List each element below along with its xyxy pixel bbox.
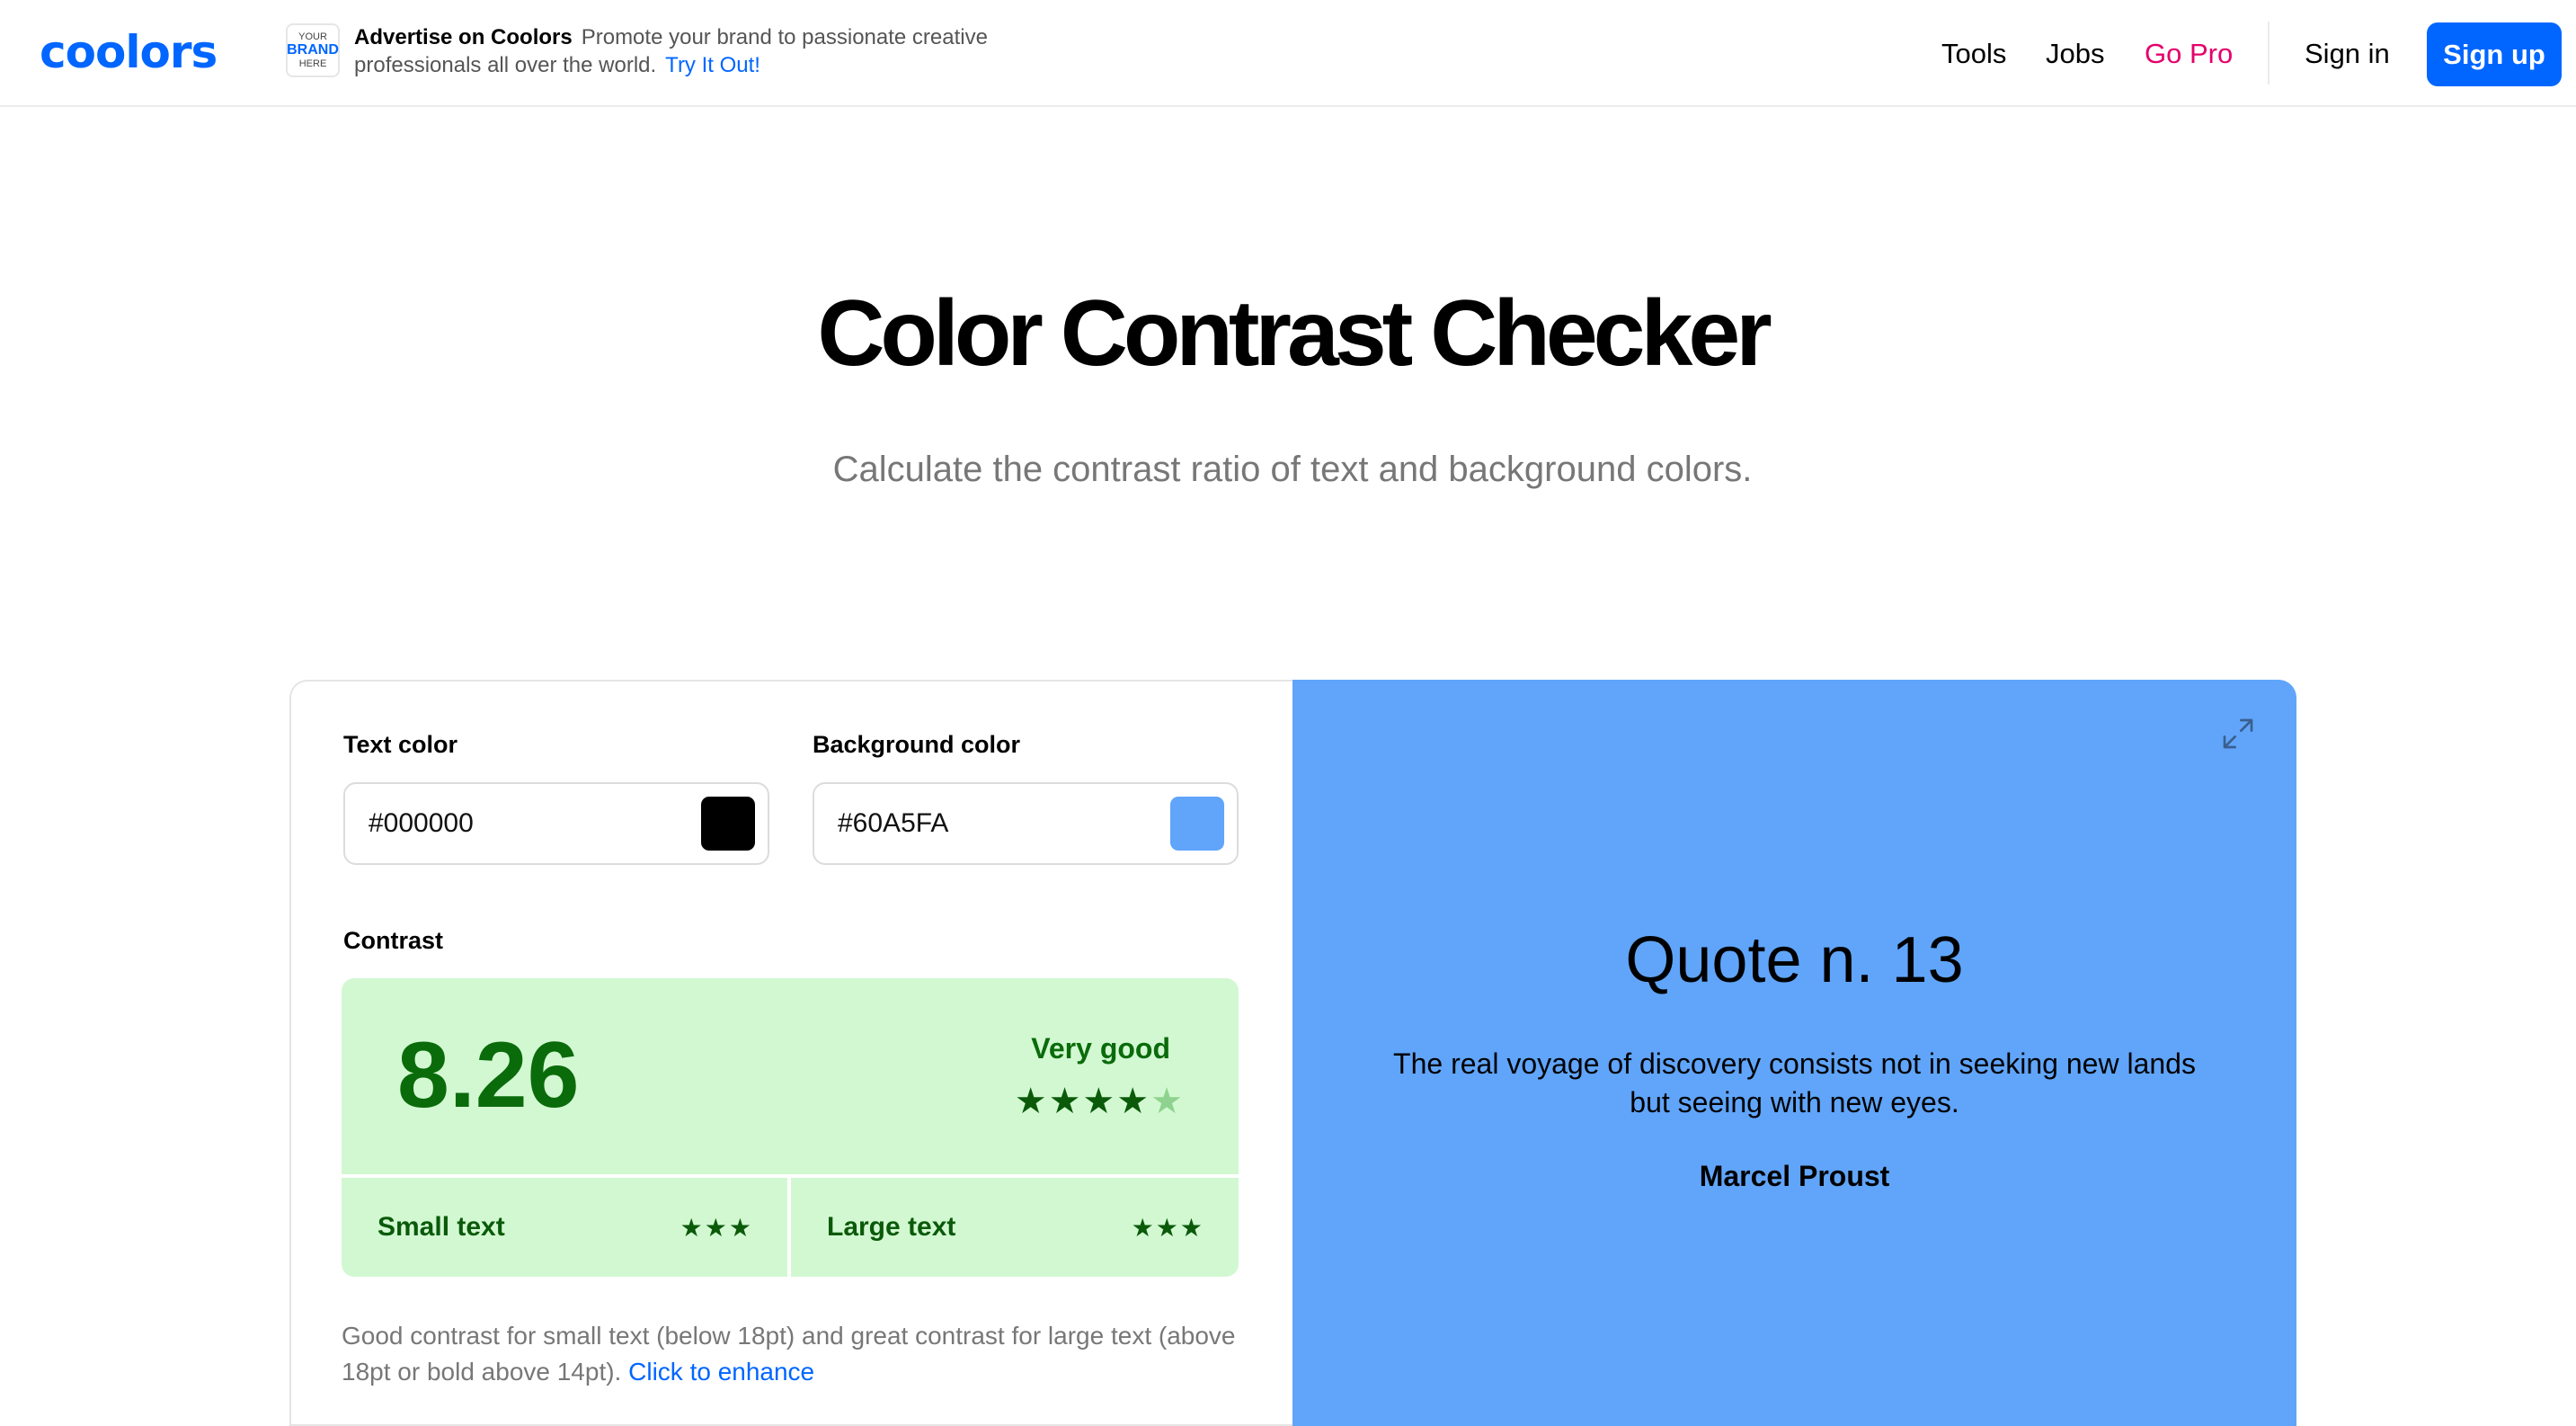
- star-icon: ★: [1014, 1082, 1049, 1121]
- quote-text: The real voyage of discovery consists no…: [1393, 1047, 2196, 1119]
- text-color-input[interactable]: #000000: [343, 782, 769, 865]
- enhance-link[interactable]: Click to enhance: [628, 1358, 814, 1386]
- contrast-description: Good contrast for small text (below 18pt…: [342, 1318, 1240, 1390]
- star-icon: ★: [1048, 1082, 1083, 1121]
- expand-icon[interactable]: [2220, 716, 2256, 752]
- ad-badge-brand: BRAND: [287, 42, 339, 58]
- large-text-label: Large text: [827, 1212, 956, 1242]
- contrast-label: Contrast: [343, 927, 444, 954]
- background-color-swatch[interactable]: [1170, 797, 1224, 851]
- ad-banner: Advertise on Coolors Promote your brand t…: [354, 23, 1001, 79]
- top-header: coolors YOUR BRAND HERE Advertise on Coo…: [0, 0, 2576, 107]
- large-text-rating: Large text ★★★: [791, 1178, 1239, 1277]
- background-color-label: Background color: [813, 731, 1021, 758]
- small-text-rating: Small text ★★★: [342, 1178, 787, 1277]
- coolors-logo[interactable]: coolors: [40, 29, 218, 76]
- background-color-input[interactable]: #60A5FA: [813, 782, 1239, 865]
- rating-stars: ★★★★★: [1015, 1081, 1185, 1122]
- ad-badge-bottom: HERE: [298, 58, 327, 69]
- text-color-value: #000000: [369, 808, 474, 838]
- contrast-score-box: 8.26 Very good ★★★★★: [342, 978, 1239, 1174]
- nav-jobs[interactable]: Jobs: [2046, 0, 2104, 107]
- small-text-label: Small text: [378, 1212, 505, 1242]
- page-title: Color Contrast Checker: [817, 281, 1772, 386]
- ad-badge-top: YOUR: [298, 31, 327, 42]
- nav-divider: [2268, 22, 2270, 85]
- text-color-swatch[interactable]: [701, 797, 755, 851]
- ad-brand-badge[interactable]: YOUR BRAND HERE: [286, 23, 340, 77]
- nav-go-pro[interactable]: Go Pro: [2145, 0, 2233, 107]
- star-icon: ★: [1082, 1082, 1117, 1121]
- contrast-rating: Very good: [1031, 1032, 1170, 1065]
- sign-up-button[interactable]: Sign up: [2427, 22, 2562, 86]
- quote-title: Quote n. 13: [1625, 924, 1964, 996]
- quote-author: Marcel Proust: [1699, 1160, 1890, 1192]
- ad-try-link[interactable]: Try It Out!: [665, 53, 760, 77]
- large-text-stars: ★★★: [1132, 1213, 1204, 1243]
- star-icon: ★: [704, 1213, 729, 1242]
- sign-in-link[interactable]: Sign in: [2305, 0, 2390, 107]
- page-subtitle: Calculate the contrast ratio of text and…: [832, 450, 1753, 489]
- star-icon: ★: [1155, 1213, 1180, 1242]
- nav-tools[interactable]: Tools: [1941, 0, 2006, 107]
- small-text-stars: ★★★: [680, 1213, 753, 1243]
- star-icon: ★: [680, 1213, 705, 1242]
- star-icon: ★: [1179, 1213, 1204, 1242]
- star-icon: ★: [1116, 1082, 1151, 1121]
- star-empty-icon: ★: [1150, 1082, 1185, 1121]
- background-color-value: #60A5FA: [838, 808, 949, 838]
- contrast-ratio-value: 8.26: [397, 1023, 580, 1127]
- ad-title: Advertise on Coolors: [354, 25, 573, 49]
- star-icon: ★: [728, 1213, 753, 1242]
- text-color-label: Text color: [343, 731, 458, 758]
- star-icon: ★: [1131, 1213, 1156, 1242]
